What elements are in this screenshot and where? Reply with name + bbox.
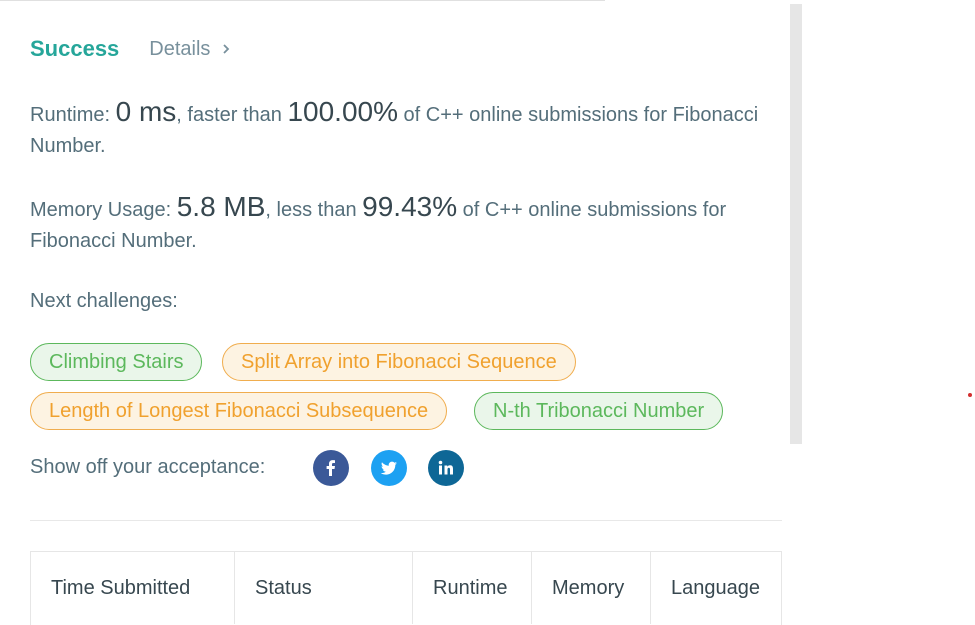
twitter-icon [380,461,397,475]
top-divider [0,0,605,1]
runtime-label: Runtime: [30,104,116,126]
status-dot [968,393,972,397]
column-header-time-submitted[interactable]: Time Submitted [31,552,235,624]
twitter-share-button[interactable] [371,450,407,486]
column-header-status[interactable]: Status [235,552,413,624]
share-row: Show off your acceptance: [30,456,265,479]
memory-mid: , less than [265,199,363,221]
runtime-mid: , faster than [176,104,288,126]
chevron-right-icon [223,44,230,54]
details-label: Details [149,37,211,60]
memory-percent: 99.43% [362,191,458,222]
memory-value: 5.8 MB [176,191,266,222]
column-header-runtime[interactable]: Runtime [413,552,532,624]
facebook-share-button[interactable] [313,450,349,486]
column-header-memory[interactable]: Memory [532,552,651,624]
runtime-stat: Runtime: 0 ms, faster than 100.00% of C+… [30,96,790,162]
runtime-value: 0 ms [115,96,177,127]
linkedin-share-button[interactable] [428,450,464,486]
challenge-chip-split-array[interactable]: Split Array into Fibonacci Sequence [222,343,576,381]
submissions-table-header: Time Submitted Status Runtime Memory Lan… [30,551,782,625]
scrollbar[interactable] [790,4,802,444]
facebook-icon [326,460,335,476]
runtime-percent: 100.00% [287,96,398,127]
column-header-language[interactable]: Language [651,552,781,624]
memory-label: Memory Usage: [30,199,177,221]
result-status: Success [30,36,120,61]
linkedin-icon [438,460,453,475]
challenge-chip-tribonacci[interactable]: N-th Tribonacci Number [474,392,724,430]
details-link[interactable]: Details [149,38,232,61]
result-header: Success Details [30,36,232,62]
share-label: Show off your acceptance: [30,456,266,478]
challenge-chip-longest-fibonacci[interactable]: Length of Longest Fibonacci Subsequence [30,392,448,430]
memory-stat: Memory Usage: 5.8 MB, less than 99.43% o… [30,191,790,257]
next-challenges-label: Next challenges: [30,290,178,312]
section-divider [30,520,782,521]
challenge-chip-climbing-stairs[interactable]: Climbing Stairs [30,343,203,381]
